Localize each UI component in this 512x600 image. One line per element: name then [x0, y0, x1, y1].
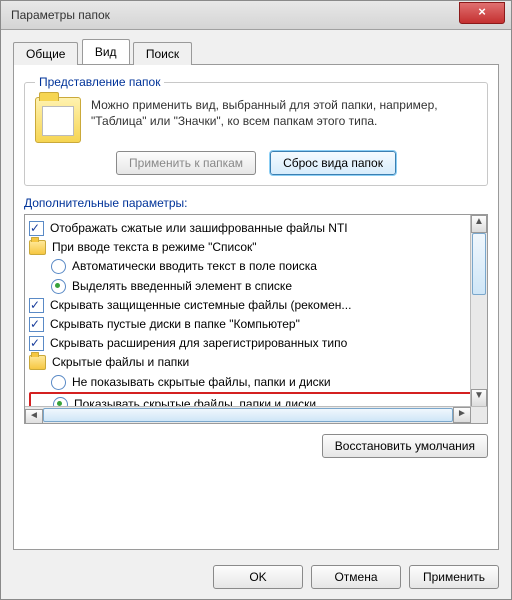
- restore-defaults-button[interactable]: Восстановить умолчания: [322, 434, 488, 458]
- tab-strip: Общие Вид Поиск: [13, 40, 499, 64]
- close-icon: ×: [478, 4, 486, 19]
- folder-icon: [29, 240, 46, 255]
- radio-icon: [51, 279, 66, 294]
- tab-view[interactable]: Вид: [82, 39, 130, 64]
- tree-item-label: При вводе текста в режиме "Список": [52, 238, 257, 257]
- radio-icon: [51, 375, 66, 390]
- tree-group: При вводе текста в режиме "Список": [29, 238, 485, 257]
- scroll-right-arrow-icon[interactable]: ►: [453, 407, 471, 423]
- tree-item-label: Отображать сжатые или зашифрованные файл…: [50, 219, 348, 238]
- folder-icon: [35, 97, 81, 143]
- tab-search[interactable]: Поиск: [133, 42, 192, 65]
- ok-button[interactable]: OK: [213, 565, 303, 589]
- advanced-settings-tree[interactable]: Отображать сжатые или зашифрованные файл…: [24, 214, 488, 424]
- titlebar[interactable]: Параметры папок ×: [1, 1, 511, 30]
- folder-options-dialog: Параметры папок × Общие Вид Поиск Предст…: [0, 0, 512, 600]
- close-button[interactable]: ×: [459, 2, 505, 24]
- tree-checkbox-item[interactable]: Отображать сжатые или зашифрованные файл…: [29, 219, 485, 238]
- vertical-scroll-thumb[interactable]: [472, 233, 486, 295]
- scroll-left-arrow-icon[interactable]: ◄: [25, 409, 43, 424]
- tree-item-label: Не показывать скрытые файлы, папки и дис…: [72, 373, 331, 392]
- scroll-down-arrow-icon[interactable]: ▼: [471, 389, 487, 407]
- tree-checkbox-item[interactable]: Скрывать расширения для зарегистрированн…: [29, 334, 485, 353]
- scroll-up-arrow-icon[interactable]: ▲: [471, 215, 487, 233]
- tree-item-label: Скрывать пустые диски в папке "Компьютер…: [50, 315, 300, 334]
- horizontal-scroll-thumb[interactable]: [43, 408, 453, 422]
- radio-icon: [51, 259, 66, 274]
- folder-views-group: Представление папок Можно применить вид,…: [24, 75, 488, 186]
- tree-radio-item[interactable]: Выделять введенный элемент в списке: [29, 277, 485, 296]
- tree-radio-item[interactable]: Не показывать скрытые файлы, папки и дис…: [29, 373, 485, 392]
- horizontal-scrollbar[interactable]: ◄ ►: [25, 406, 487, 423]
- tree-item-label: Автоматически вводить текст в поле поиск…: [72, 257, 317, 276]
- apply-to-folders-button[interactable]: Применить к папкам: [116, 151, 256, 175]
- folder-icon: [29, 355, 46, 370]
- vertical-scrollbar[interactable]: ▲ ▼: [470, 215, 487, 407]
- folder-views-description: Можно применить вид, выбранный для этой …: [91, 97, 477, 143]
- checkbox-icon: [29, 317, 44, 332]
- tree-item-label: Скрывать защищенные системные файлы (рек…: [50, 296, 351, 315]
- scrollbar-corner: [471, 407, 487, 423]
- tab-page-view: Представление папок Можно применить вид,…: [13, 64, 499, 550]
- tree-group: Скрытые файлы и папки: [29, 353, 485, 372]
- window-title: Параметры папок: [1, 8, 110, 22]
- dialog-footer: OK Отмена Применить: [13, 565, 499, 589]
- cancel-button[interactable]: Отмена: [311, 565, 401, 589]
- advanced-settings-label: Дополнительные параметры:: [24, 196, 488, 210]
- tree-item-label: Скрытые файлы и папки: [52, 353, 189, 372]
- tree-checkbox-item[interactable]: Скрывать защищенные системные файлы (рек…: [29, 296, 485, 315]
- tree-radio-item[interactable]: Автоматически вводить текст в поле поиск…: [29, 257, 485, 276]
- tree-checkbox-item[interactable]: Скрывать пустые диски в папке "Компьютер…: [29, 315, 485, 334]
- tab-general[interactable]: Общие: [13, 42, 78, 65]
- checkbox-icon: [29, 298, 44, 313]
- tree-item-label: Выделять введенный элемент в списке: [72, 277, 292, 296]
- tree-item-label: Скрывать расширения для зарегистрированн…: [50, 334, 347, 353]
- checkbox-icon: [29, 221, 44, 236]
- checkbox-icon: [29, 336, 44, 351]
- apply-button[interactable]: Применить: [409, 565, 499, 589]
- folder-views-legend: Представление папок: [35, 75, 164, 89]
- reset-folders-button[interactable]: Сброс вида папок: [270, 151, 396, 175]
- client-area: Общие Вид Поиск Представление папок Можн…: [1, 30, 511, 550]
